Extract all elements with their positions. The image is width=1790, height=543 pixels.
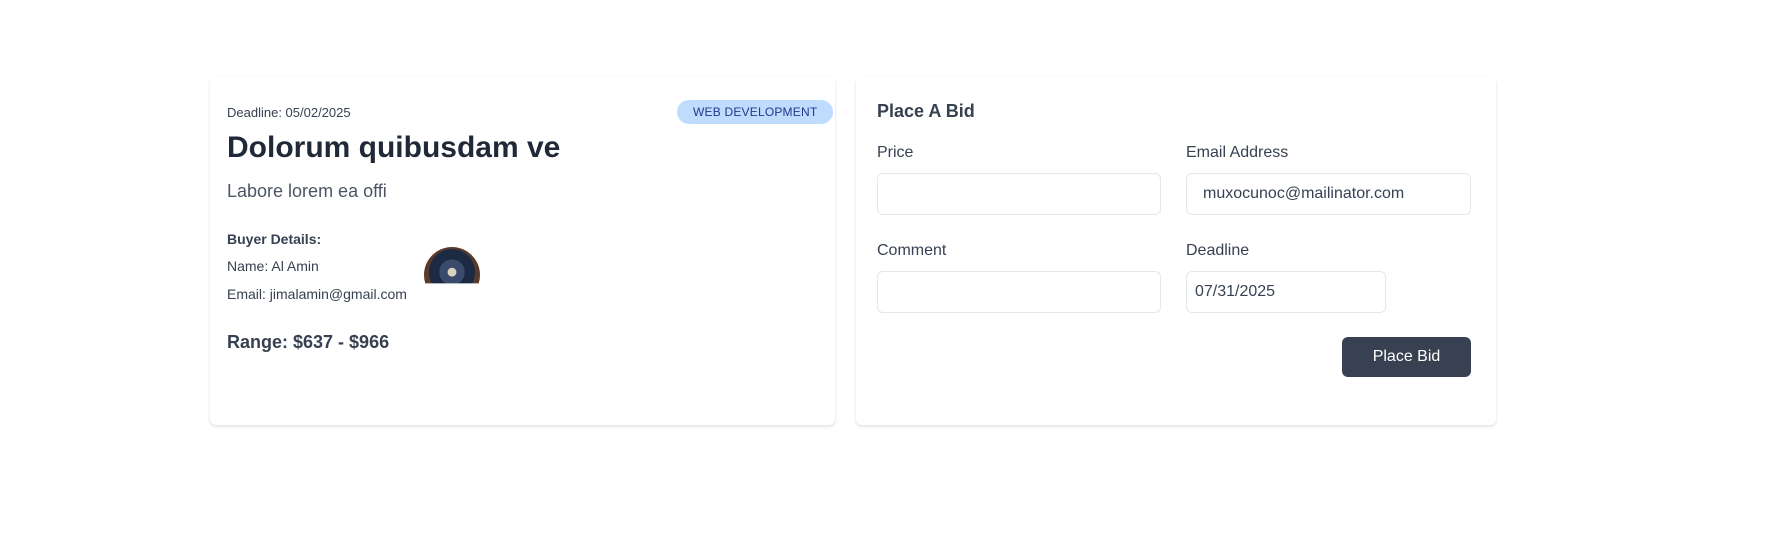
deadline-label: Deadline: [1186, 242, 1250, 259]
place-bid-card: Place A Bid Price Email Address Comment …: [856, 77, 1496, 425]
buyer-email: Email: jimalamin@gmail.com: [227, 286, 407, 302]
price-input[interactable]: [877, 173, 1161, 215]
deadline-input[interactable]: [1186, 271, 1386, 313]
price-range: Range: $637 - $966: [227, 332, 390, 352]
buyer-details-heading: Buyer Details:: [227, 231, 322, 247]
comment-input[interactable]: [877, 271, 1161, 313]
email-label: Email Address: [1186, 144, 1289, 161]
comment-label: Comment: [877, 242, 947, 259]
buyer-avatar: [424, 247, 480, 284]
job-details-card: Deadline: 05/02/2025 WEB DEVELOPMENT Dol…: [210, 77, 835, 425]
job-deadline: Deadline: 05/02/2025: [227, 105, 351, 120]
job-description: Labore lorem ea offi: [227, 181, 387, 201]
category-badge: WEB DEVELOPMENT: [677, 100, 834, 124]
buyer-name: Name: Al Amin: [227, 258, 319, 274]
price-label: Price: [877, 144, 914, 161]
job-title: Dolorum quibusdam ve: [227, 131, 561, 164]
place-bid-button[interactable]: Place Bid: [1342, 337, 1471, 377]
email-input[interactable]: [1186, 173, 1471, 215]
place-bid-heading: Place A Bid: [877, 101, 975, 121]
